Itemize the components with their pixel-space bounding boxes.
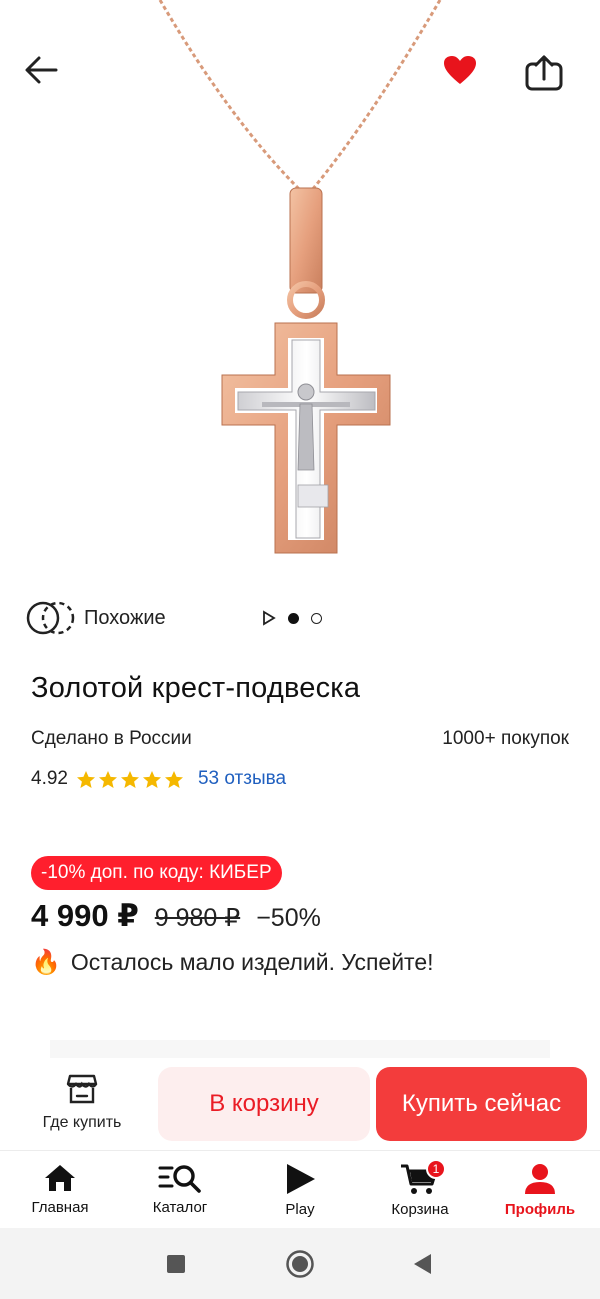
arrow-left-icon <box>25 56 58 84</box>
product-title: Золотой крест-подвеска <box>31 672 361 704</box>
reviews-link[interactable]: 53 отзыва <box>198 768 286 790</box>
circle-home-icon <box>286 1250 314 1278</box>
recent-apps-button[interactable] <box>166 1254 186 1279</box>
star-icon <box>76 770 95 788</box>
where-to-buy-label: Где купить <box>42 1114 122 1131</box>
bottom-navigation: Главная Каталог Play 1 Корзина Профиль <box>0 1150 600 1228</box>
favorite-button[interactable] <box>443 55 493 105</box>
nav-play-label: Play <box>285 1201 315 1218</box>
old-price: 9 980 ₽ <box>154 904 241 932</box>
share-icon <box>525 55 563 91</box>
triangle-back-icon <box>414 1254 431 1274</box>
current-price: 4 990 ₽ <box>31 898 139 933</box>
square-icon <box>167 1255 185 1273</box>
promo-badge: -10% доп. по коду: КИБЕР <box>31 856 282 890</box>
star-icon <box>120 770 139 788</box>
gallery-dot-active[interactable] <box>288 612 299 624</box>
rating-stars <box>76 770 184 789</box>
nav-profile[interactable]: Профиль <box>490 1163 590 1218</box>
star-icon <box>164 770 183 788</box>
heart-icon <box>444 56 476 84</box>
add-to-cart-button[interactable]: В корзину <box>158 1067 370 1141</box>
similar-button[interactable]: Похожие <box>26 601 166 635</box>
home-system-button[interactable] <box>286 1250 314 1283</box>
nav-catalog[interactable]: Каталог <box>130 1163 230 1216</box>
gallery-dot[interactable] <box>311 612 322 624</box>
back-system-button[interactable] <box>412 1253 432 1280</box>
nav-cart-label: Корзина <box>391 1201 449 1218</box>
star-icon <box>98 770 117 788</box>
video-play-icon[interactable] <box>262 610 276 626</box>
stock-text: Осталось мало изделий. Успейте! <box>70 949 434 975</box>
price-row: 4 990 ₽ 9 980 ₽ −50% <box>31 898 321 934</box>
system-navigation-bar <box>0 1228 600 1299</box>
rating-value: 4.92 <box>31 768 68 789</box>
made-in-label: Сделано в России <box>31 728 192 749</box>
buy-now-button[interactable]: Купить сейчас <box>376 1067 587 1141</box>
cart-badge: 1 <box>426 1159 446 1179</box>
star-icon <box>142 770 161 788</box>
store-icon <box>66 1074 98 1104</box>
fire-icon: 🔥 <box>31 949 61 976</box>
home-icon <box>45 1165 75 1191</box>
low-stock-note: 🔥 Осталось мало изделий. Успейте! <box>31 948 434 977</box>
profile-icon <box>525 1164 555 1194</box>
catalog-search-icon <box>158 1165 201 1193</box>
share-button[interactable] <box>525 55 575 105</box>
similar-icon <box>26 601 75 635</box>
content-divider <box>50 1040 550 1058</box>
nav-catalog-label: Каталог <box>152 1199 208 1216</box>
nav-cart[interactable]: 1 Корзина <box>370 1159 470 1218</box>
nav-home-label: Главная <box>31 1199 89 1216</box>
nav-profile-label: Профиль <box>504 1201 576 1218</box>
play-icon <box>287 1164 315 1194</box>
back-button[interactable] <box>24 55 74 105</box>
product-image[interactable] <box>0 0 600 590</box>
nav-play[interactable]: Play <box>250 1163 350 1218</box>
discount-percent: −50% <box>256 904 321 932</box>
where-to-buy-button[interactable]: Где купить <box>34 1074 130 1132</box>
similar-label: Похожие <box>84 606 166 629</box>
gallery-pagination[interactable] <box>262 610 322 626</box>
nav-home[interactable]: Главная <box>10 1163 110 1216</box>
rating-row[interactable]: 4.92 53 отзыва <box>31 768 286 790</box>
pendant-cross-image <box>158 0 442 554</box>
purchases-count: 1000+ покупок <box>442 728 569 749</box>
